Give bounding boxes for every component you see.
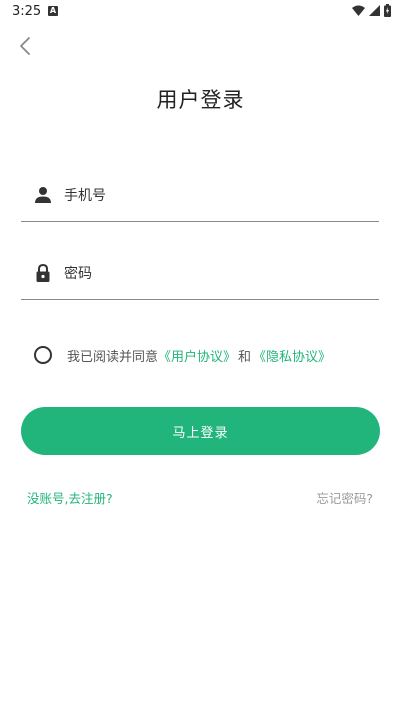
forgot-password-link[interactable]: 忘记密码?	[316, 488, 373, 507]
battery-icon	[384, 4, 391, 17]
lock-icon	[36, 263, 50, 282]
status-icons	[352, 4, 391, 17]
phone-input[interactable]	[64, 183, 364, 209]
user-agreement-link[interactable]: 《用户协议》	[158, 346, 236, 365]
wifi-icon	[352, 5, 365, 16]
a-badge-icon: A	[48, 6, 58, 16]
agreement-and: 和	[238, 349, 252, 365]
privacy-agreement-link[interactable]: 《隐私协议》	[253, 346, 331, 365]
status-time: 3:25	[12, 4, 42, 19]
phone-field	[21, 173, 379, 222]
page-title: 用户登录	[156, 88, 245, 112]
status-bar: 3:25 A	[0, 0, 401, 24]
chevron-left-icon	[20, 37, 30, 55]
agreement-radio[interactable]	[34, 346, 52, 364]
back-button[interactable]	[14, 34, 38, 58]
password-input[interactable]	[64, 261, 364, 287]
person-icon	[35, 187, 51, 203]
agreement-row: 我已阅读并同意 《用户协议》 和 《隐私协议》	[34, 344, 331, 366]
signal-icon	[369, 5, 380, 16]
register-link[interactable]: 没账号,去注册?	[27, 488, 113, 507]
agreement-prefix: 我已阅读并同意	[67, 349, 159, 365]
login-button[interactable]: 马上登录	[21, 407, 380, 455]
password-field	[21, 251, 379, 300]
